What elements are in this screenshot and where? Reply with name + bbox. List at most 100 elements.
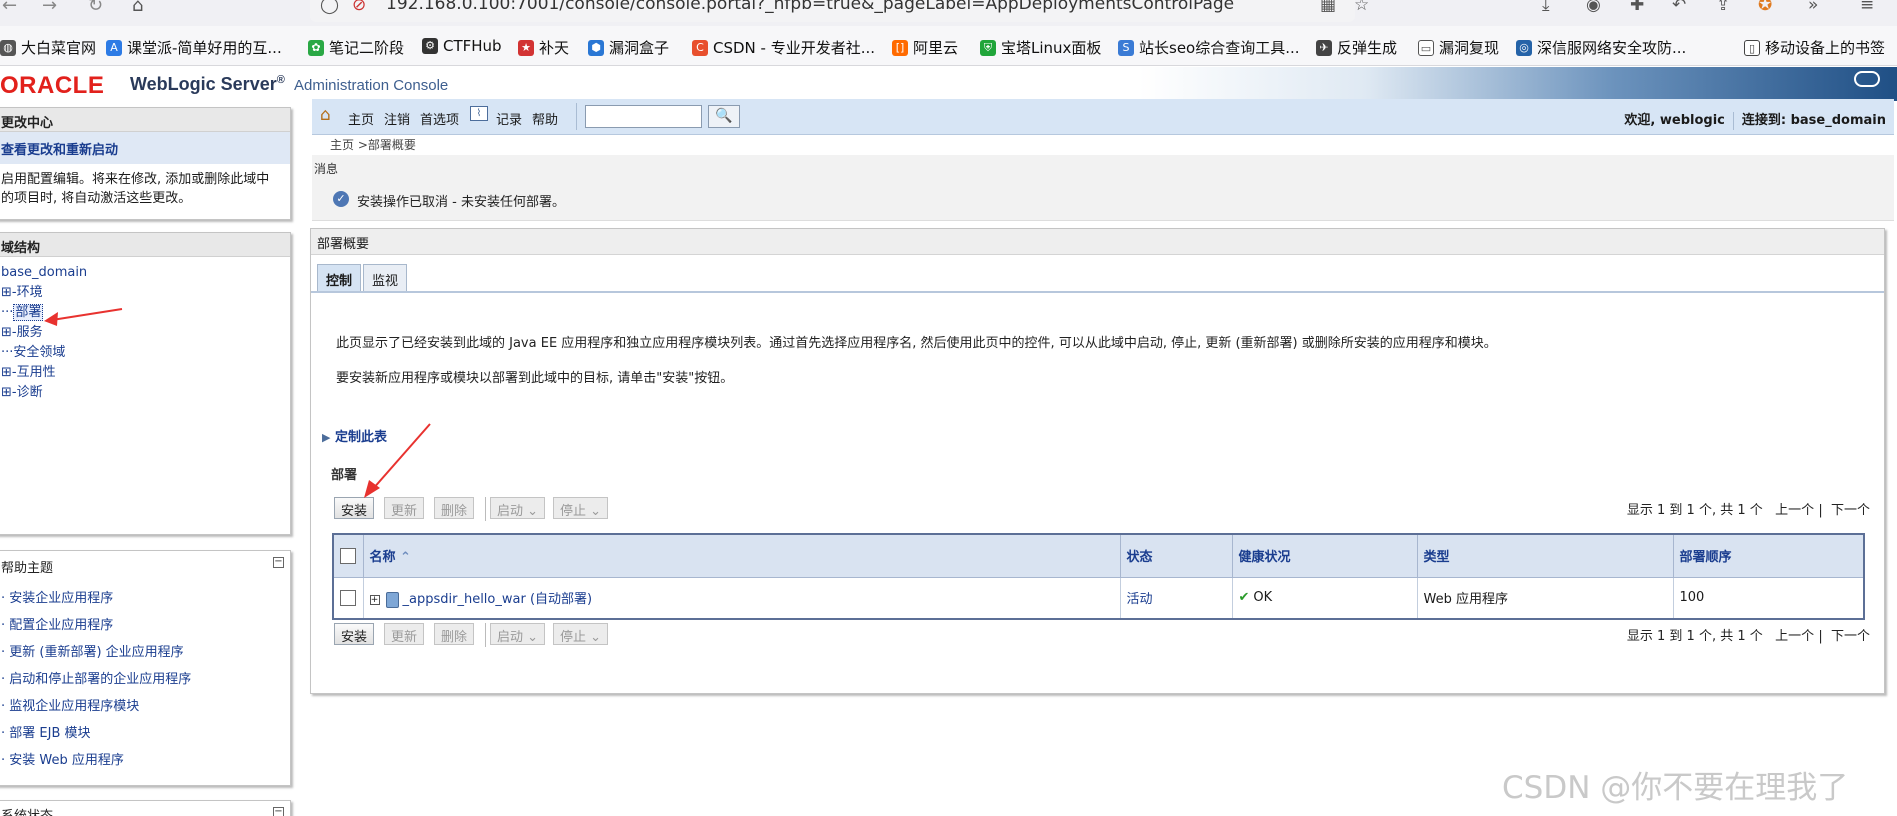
insecure-lock-icon[interactable]: ⊘ [352,0,366,15]
column-header-order[interactable]: 部署顺序 [1673,534,1865,577]
install-button[interactable]: 安装 [334,497,375,519]
sort-ascending-icon[interactable]: ⌃ [400,550,411,565]
bookmark-item[interactable]: S 站长seo综合查询工具... [1118,37,1300,58]
help-link[interactable]: · 安装 Web 应用程序 [1,747,286,774]
pager-next[interactable]: 下一个 [1831,629,1870,644]
help-link-label[interactable]: 更新 (重新部署) 企业应用程序 [9,645,183,660]
search-input[interactable] [585,105,702,128]
tree-item-label[interactable]: 服务 [17,325,43,340]
bookmark-item[interactable]: A 课堂派-简单好用的互... [106,37,282,58]
download-icon[interactable]: ⤓ [1542,0,1550,15]
tree-item-security-realms[interactable]: ···安全领域 [1,343,286,363]
column-header-health[interactable]: 健康状况 [1232,534,1418,577]
delete-button[interactable]: 删除 [434,623,475,645]
column-header-state[interactable]: 状态 [1120,534,1233,577]
help-link-label[interactable]: 监视企业应用程序模块 [9,699,139,714]
help-link-label[interactable]: 启动和停止部署的企业应用程序 [9,672,191,687]
tab-control[interactable]: 控制 [317,264,362,291]
preferences-link[interactable]: 首选项 [420,109,459,128]
view-changes-link[interactable]: 查看更改和重新启动 [0,132,290,164]
bookmark-star-icon[interactable]: ☆ [1354,0,1369,15]
extension-icon[interactable]: ✚ [1630,0,1644,15]
home-link[interactable]: 主页 [348,109,374,128]
help-link[interactable]: · 部署 EJB 模块 [1,720,286,747]
install-button[interactable]: 安装 [334,623,375,645]
column-header-name[interactable]: 名称 ⌃ [363,534,1121,577]
update-button[interactable]: 更新 [384,623,425,645]
tree-root[interactable]: base_domain [1,263,286,283]
collapse-icon[interactable]: − [273,807,284,816]
collapse-icon[interactable]: − [273,557,284,568]
menu-icon[interactable]: ≡ [1860,0,1874,15]
search-icon[interactable]: 🔍 [708,105,740,128]
tree-item-label[interactable]: 诊断 [17,385,43,400]
row-checkbox[interactable] [340,589,356,606]
deployment-name-link[interactable]: _appsdir_hello_war (自动部署) [403,592,593,607]
start-dropdown-button[interactable]: 启动 ⌄ [490,497,546,519]
tree-item-label[interactable]: 安全领域 [13,345,65,360]
stop-dropdown-button[interactable]: 停止 ⌄ [553,623,609,645]
start-dropdown-button[interactable]: 启动 ⌄ [490,623,546,645]
forward-icon[interactable]: → [42,0,57,16]
column-header-type[interactable]: 类型 [1417,534,1674,577]
bookmark-item[interactable]: [] 阿里云 [892,37,958,58]
bookmark-item[interactable]: ✈ 反弹生成 [1316,37,1397,58]
tree-expand-icon[interactable]: ⊞- [1,385,17,400]
tree-item-label-selected[interactable]: 部署 [13,304,44,321]
record-icon[interactable]: ⌇ [470,106,488,121]
bookmark-item[interactable]: ⛨ 宝塔Linux面板 [980,37,1101,58]
stop-dropdown-button[interactable]: 停止 ⌄ [553,497,609,519]
bookmark-item[interactable]: ⬢ 漏洞盒子 [588,37,669,58]
account-icon[interactable]: ◉ [1586,0,1601,15]
help-link-label[interactable]: 部署 EJB 模块 [9,726,90,741]
pager-next[interactable]: 下一个 [1831,503,1870,518]
home-icon[interactable]: ⌂ [132,0,143,16]
pager-previous[interactable]: 上一个 [1775,629,1814,644]
pager-previous[interactable]: 上一个 [1775,503,1814,518]
bookmark-item[interactable]: ◍ 大白菜官网 [0,37,96,58]
tree-expand-icon[interactable]: ⊞- [1,285,17,300]
update-button[interactable]: 更新 [384,497,425,519]
expand-triangle-icon[interactable]: ▶ [322,431,330,444]
help-link-label[interactable]: 配置企业应用程序 [9,618,113,633]
bookmark-item[interactable]: ▯ 移动设备上的书签 [1744,37,1885,58]
back-icon[interactable]: ← [2,0,17,16]
bookmark-item[interactable]: ★ 补天 [518,37,569,58]
tab-monitoring[interactable]: 监视 [363,264,408,291]
security-shield-icon[interactable]: ◯ [320,0,339,15]
help-link[interactable]: · 监视企业应用程序模块 [1,693,286,720]
more-tools-icon[interactable]: » [1808,0,1818,15]
help-link-label[interactable]: 安装 Web 应用程序 [9,753,124,768]
url-text[interactable]: 192.168.0.100:7001/console/console.porta… [386,0,1234,14]
help-link[interactable]: 帮助 [532,109,558,128]
reload-icon[interactable]: ↻ [88,0,103,16]
tree-item-label[interactable]: 互用性 [17,365,56,380]
help-link[interactable]: · 更新 (重新部署) 企业应用程序 [1,639,286,666]
column-label[interactable]: 名称 [370,550,396,565]
bookmark-item[interactable]: ⚙ CTFHub [422,37,502,55]
expand-plus-icon[interactable]: + [369,594,380,605]
record-link[interactable]: 记录 [496,109,522,128]
select-all-checkbox[interactable] [340,547,356,564]
fox-extension-icon[interactable]: ✪ [1758,0,1772,15]
delete-button[interactable]: 删除 [434,497,475,519]
tree-expand-icon[interactable]: ⊞- [1,365,17,380]
bookmark-item[interactable]: ✿ 笔记二阶段 [308,37,404,58]
logout-link[interactable]: 注销 [384,109,410,128]
help-link-label[interactable]: 安装企业应用程序 [9,591,113,606]
tree-item-diagnostics[interactable]: ⊞-诊断 [1,383,286,403]
bookmark-item[interactable]: ▭ 漏洞复现 [1418,37,1499,58]
help-link[interactable]: · 安装企业应用程序 [1,585,286,612]
state-link[interactable]: 活动 [1127,592,1153,607]
bookmark-item[interactable]: ◎ 深信服网络安全攻防... [1516,37,1686,58]
breadcrumb[interactable]: 主页 >部署概要 [330,136,416,153]
tree-item-label[interactable]: 环境 [17,285,43,300]
tree-item-interoperability[interactable]: ⊞-互用性 [1,363,286,383]
share-icon[interactable]: ⇪ [1716,0,1730,15]
history-back-icon[interactable]: ↶ [1672,0,1686,15]
qr-code-icon[interactable]: ▦ [1320,0,1336,15]
help-link[interactable]: · 启动和停止部署的企业应用程序 [1,666,286,693]
home-icon[interactable]: ⌂ [320,105,331,125]
bookmark-item[interactable]: C CSDN - 专业开发者社... [692,37,875,58]
help-link[interactable]: · 配置企业应用程序 [1,612,286,639]
